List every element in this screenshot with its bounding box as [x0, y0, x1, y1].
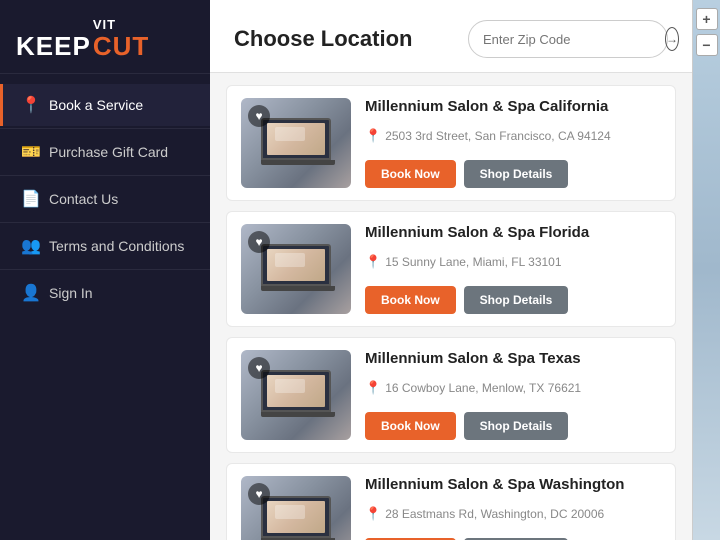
favorite-icon-3[interactable]: ♥: [248, 483, 270, 505]
location-name-3: Millennium Salon & Spa Washington: [365, 476, 661, 493]
map-zoom-in[interactable]: +: [696, 8, 718, 30]
card-actions-0: Book Now Shop Details: [365, 160, 661, 188]
page-title: Choose Location: [234, 26, 412, 52]
location-name-2: Millennium Salon & Spa Texas: [365, 350, 661, 367]
card-info-0: Millennium Salon & Spa California 📍 2503…: [351, 98, 661, 188]
shop-details-button-2[interactable]: Shop Details: [464, 412, 569, 440]
location-pin-icon: 📍: [365, 506, 381, 522]
card-image-3: ♥: [241, 476, 351, 540]
sidebar-item-purchase-gift[interactable]: 🎫 Purchase Gift Card: [0, 131, 210, 173]
card-info-1: Millennium Salon & Spa Florida 📍 15 Sunn…: [351, 224, 661, 314]
location-card: ♥ Millennium Salon & Spa Florida 📍 15 Su…: [226, 211, 676, 327]
logo: KEEP VIT CUT: [16, 18, 149, 59]
location-pin-icon: 📍: [365, 128, 381, 144]
shop-details-button-0[interactable]: Shop Details: [464, 160, 569, 188]
sidebar-nav: 📍 Book a Service 🎫 Purchase Gift Card 📄 …: [0, 74, 210, 324]
sidebar-item-book-service[interactable]: 📍 Book a Service: [0, 84, 210, 126]
location-name-1: Millennium Salon & Spa Florida: [365, 224, 661, 241]
location-address-3: 📍 28 Eastmans Rd, Washington, DC 20006: [365, 506, 661, 522]
sidebar-item-contact-us[interactable]: 📄 Contact Us: [0, 178, 210, 220]
sidebar: KEEP VIT CUT 📍 Book a Service 🎫 Purchase…: [0, 0, 210, 540]
zip-input[interactable]: [483, 32, 659, 47]
card-actions-1: Book Now Shop Details: [365, 286, 661, 314]
sidebar-item-terms[interactable]: 👥 Terms and Conditions: [0, 225, 210, 267]
location-list: ♥ Millennium Salon & Spa California 📍 25…: [210, 73, 692, 540]
main-content: Choose Location → ♥ Millennium: [210, 0, 692, 540]
sidebar-item-sign-in[interactable]: 👤 Sign In: [0, 272, 210, 314]
nav-icon-contact-us: 📄: [21, 189, 39, 209]
nav-icon-sign-in: 👤: [21, 283, 39, 303]
nav-label-sign-in: Sign In: [49, 285, 93, 301]
book-now-button-0[interactable]: Book Now: [365, 160, 456, 188]
location-address-0: 📍 2503 3rd Street, San Francisco, CA 941…: [365, 128, 661, 144]
logo-keep: KEEP: [16, 33, 91, 59]
card-image-2: ♥: [241, 350, 351, 440]
zip-search-box: →: [468, 20, 668, 58]
logo-cut: CUT: [93, 33, 149, 59]
logo-area: KEEP VIT CUT: [0, 0, 210, 74]
map-zoom-out[interactable]: −: [696, 34, 718, 56]
card-image-0: ♥: [241, 98, 351, 188]
page-header: Choose Location →: [210, 0, 692, 73]
nav-label-terms: Terms and Conditions: [49, 238, 184, 254]
card-actions-2: Book Now Shop Details: [365, 412, 661, 440]
location-name-0: Millennium Salon & Spa California: [365, 98, 661, 115]
location-address-1: 📍 15 Sunny Lane, Miami, FL 33101: [365, 254, 661, 270]
logo-vit: VIT: [93, 18, 116, 31]
laptop-mockup: [261, 118, 331, 168]
favorite-icon-0[interactable]: ♥: [248, 105, 270, 127]
location-card: ♥ Millennium Salon & Spa Texas 📍 16 Cowb…: [226, 337, 676, 453]
nav-label-book-service: Book a Service: [49, 97, 143, 113]
nav-label-contact-us: Contact Us: [49, 191, 118, 207]
book-now-button-1[interactable]: Book Now: [365, 286, 456, 314]
laptop-mockup: [261, 496, 331, 540]
favorite-icon-1[interactable]: ♥: [248, 231, 270, 253]
nav-icon-purchase-gift: 🎫: [21, 142, 39, 162]
card-info-2: Millennium Salon & Spa Texas 📍 16 Cowboy…: [351, 350, 661, 440]
nav-icon-book-service: 📍: [21, 95, 39, 115]
zip-search-button[interactable]: →: [665, 27, 679, 51]
laptop-mockup: [261, 370, 331, 420]
book-now-button-2[interactable]: Book Now: [365, 412, 456, 440]
location-address-2: 📍 16 Cowboy Lane, Menlow, TX 76621: [365, 380, 661, 396]
card-image-1: ♥: [241, 224, 351, 314]
laptop-mockup: [261, 244, 331, 294]
location-card: ♥ Millennium Salon & Spa California 📍 25…: [226, 85, 676, 201]
location-card: ♥ Millennium Salon & Spa Washington 📍 28…: [226, 463, 676, 540]
location-pin-icon: 📍: [365, 380, 381, 396]
card-info-3: Millennium Salon & Spa Washington 📍 28 E…: [351, 476, 661, 540]
map-strip: + −: [692, 0, 720, 540]
favorite-icon-2[interactable]: ♥: [248, 357, 270, 379]
nav-label-purchase-gift: Purchase Gift Card: [49, 144, 168, 160]
location-pin-icon: 📍: [365, 254, 381, 270]
shop-details-button-1[interactable]: Shop Details: [464, 286, 569, 314]
nav-icon-terms: 👥: [21, 236, 39, 256]
